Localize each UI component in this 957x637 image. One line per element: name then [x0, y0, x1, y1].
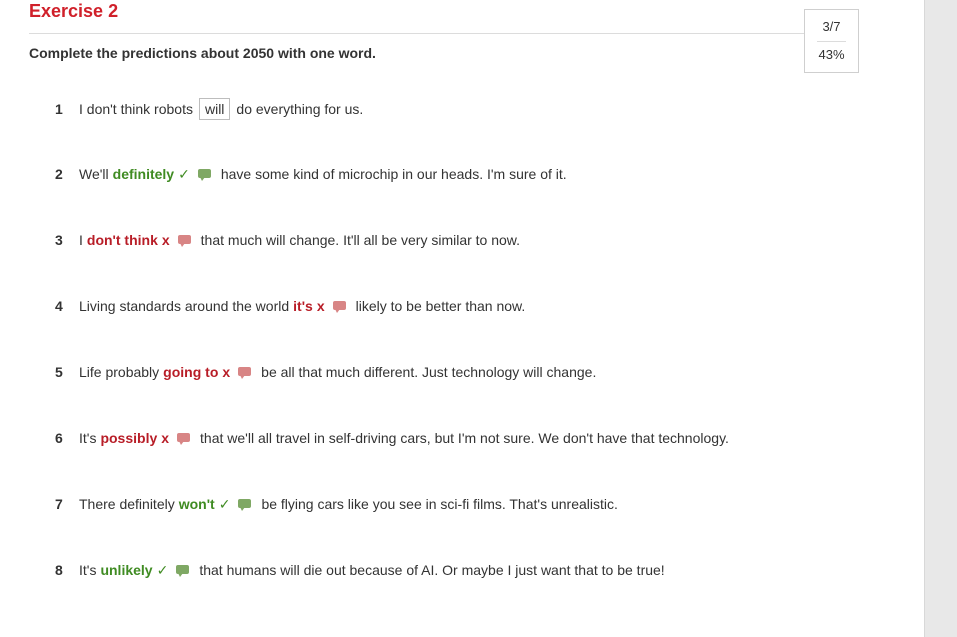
- cross-icon: x: [161, 430, 170, 446]
- score-fraction: 3/7: [822, 19, 841, 34]
- question-text-after: that humans will die out because of AI. …: [199, 562, 665, 578]
- score-box: 3/7 43%: [804, 9, 859, 73]
- check-icon: ✓: [178, 165, 190, 182]
- question-number: 2: [55, 166, 63, 182]
- example-answer-box: will: [198, 98, 231, 120]
- user-answer: possibly: [100, 430, 158, 446]
- question-item-1: 1 I don't think robots will do everythin…: [55, 98, 363, 120]
- question-text-after: have some kind of microchip in our heads…: [220, 166, 567, 182]
- question-item-8: 8 It's unlikely ✓ that humans will die o…: [55, 559, 665, 581]
- title-divider: [29, 33, 804, 34]
- user-answer: won't: [178, 496, 215, 512]
- cross-icon: x: [316, 298, 325, 314]
- question-text-before: I: [79, 232, 83, 248]
- question-number: 6: [55, 430, 63, 446]
- question-number: 8: [55, 562, 63, 578]
- question-number: 7: [55, 496, 63, 512]
- feedback-comment-icon[interactable]: [177, 234, 191, 247]
- feedback-comment-icon[interactable]: [176, 564, 190, 577]
- feedback-comment-icon[interactable]: [197, 168, 211, 181]
- user-answer: don't think: [86, 232, 158, 248]
- question-number: 1: [55, 101, 63, 117]
- question-text-before: We'll: [79, 166, 109, 182]
- right-scroll-gutter: [924, 0, 957, 637]
- feedback-comment-icon[interactable]: [238, 366, 252, 379]
- question-text-after: that we'll all travel in self-driving ca…: [200, 430, 729, 446]
- question-item-7: 7 There definitely won't ✓ be flying car…: [55, 493, 618, 515]
- cross-icon: x: [161, 232, 170, 248]
- score-divider: [817, 41, 846, 42]
- question-text-before: I don't think robots: [79, 101, 193, 117]
- feedback-comment-icon[interactable]: [238, 498, 252, 511]
- feedback-comment-icon[interactable]: [332, 300, 346, 313]
- exercise-instructions: Complete the predictions about 2050 with…: [29, 45, 376, 61]
- question-number: 4: [55, 298, 63, 314]
- question-item-5: 5 Life probably going to x be all that m…: [55, 361, 596, 383]
- question-text-before: It's: [79, 562, 97, 578]
- exercise-title: Exercise 2: [29, 1, 119, 21]
- check-icon: ✓: [218, 495, 231, 512]
- question-text-before: Living standards around the world: [79, 298, 290, 314]
- question-text-before: Life probably: [79, 364, 160, 380]
- question-text-after: likely to be better than now.: [355, 298, 526, 314]
- question-item-3: 3 I don't think x that much will change.…: [55, 229, 520, 251]
- check-icon: ✓: [156, 561, 169, 578]
- user-answer: it's: [293, 298, 313, 314]
- question-text-after: that much will change. It'll all be very…: [200, 232, 521, 248]
- question-item-4: 4 Living standards around the world it's…: [55, 295, 525, 317]
- question-item-6: 6 It's possibly x that we'll all travel …: [55, 427, 729, 449]
- question-text-before: There definitely: [79, 496, 175, 512]
- feedback-comment-icon[interactable]: [177, 432, 191, 445]
- question-number: 5: [55, 364, 63, 380]
- user-answer: going to: [163, 364, 219, 380]
- question-text-before: It's: [79, 430, 97, 446]
- user-answer: unlikely: [100, 562, 153, 578]
- question-number: 3: [55, 232, 63, 248]
- user-answer: definitely: [112, 166, 175, 182]
- question-text-after: be all that much different. Just technol…: [261, 364, 597, 380]
- score-percent: 43%: [818, 47, 845, 62]
- question-item-2: 2 We'll definitely ✓ have some kind of m…: [55, 163, 567, 185]
- cross-icon: x: [222, 364, 231, 380]
- question-text-after: be flying cars like you see in sci-fi fi…: [261, 496, 618, 512]
- question-text-after: do everything for us.: [236, 101, 364, 117]
